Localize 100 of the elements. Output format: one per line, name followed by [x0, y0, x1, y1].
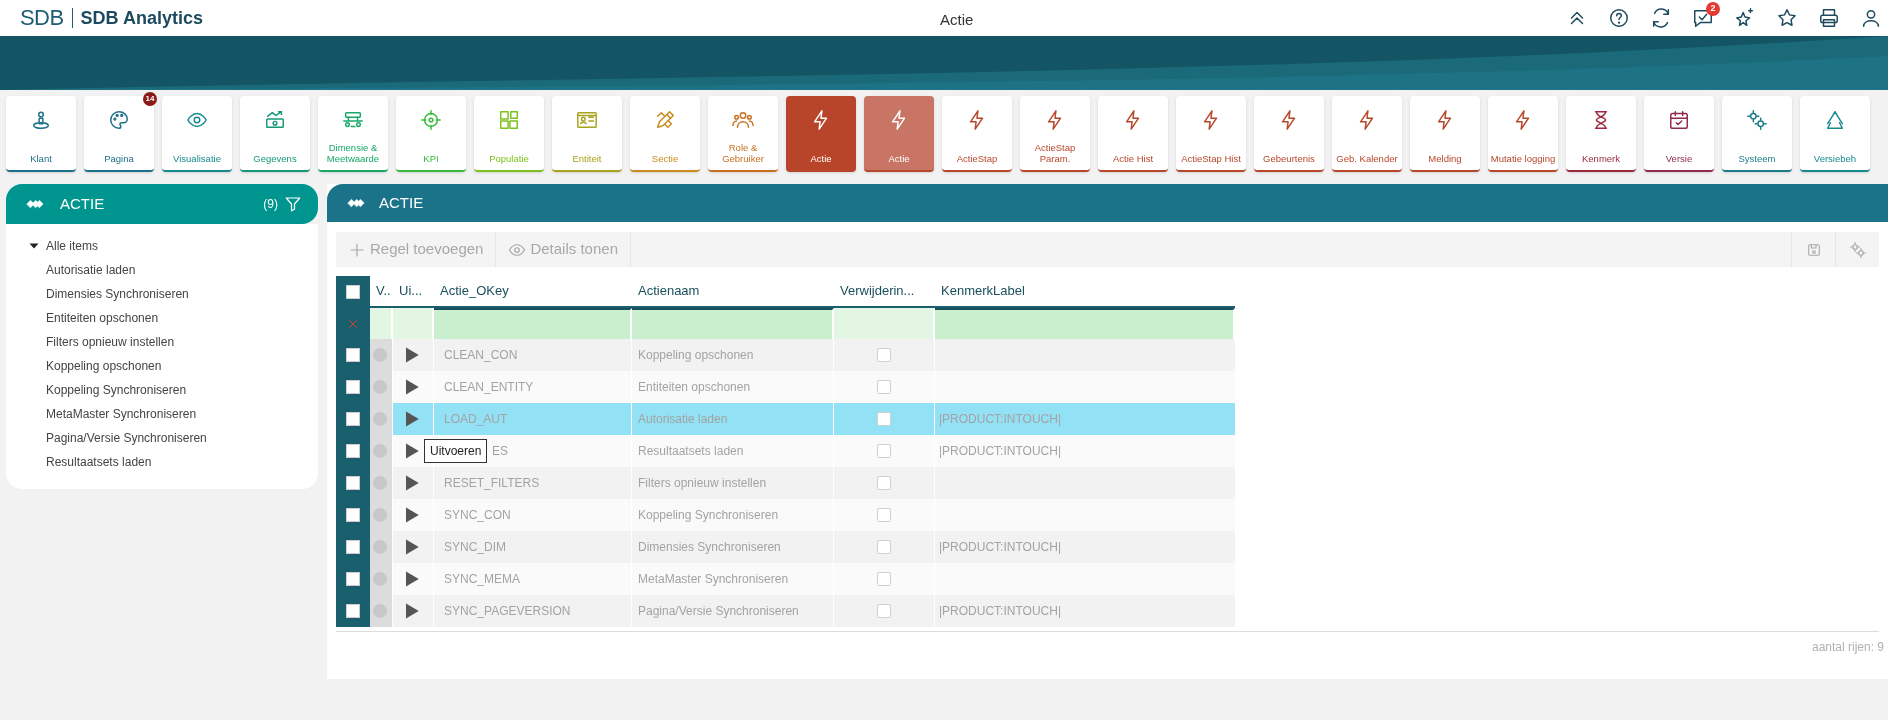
tree-item[interactable]: Koppeling Synchroniseren	[46, 381, 187, 399]
tree-item[interactable]: Koppeling opschonen	[46, 357, 162, 375]
module-tile[interactable]: Role & Gebruiker	[708, 96, 778, 172]
filter-field[interactable]	[935, 308, 1235, 339]
checkbox[interactable]	[346, 444, 360, 458]
table-cell-text: Autorisatie laden	[638, 411, 728, 428]
play-icon[interactable]	[403, 441, 421, 461]
tooltip: Uitvoeren	[424, 439, 488, 463]
filter-icon[interactable]	[284, 195, 302, 213]
tree-item[interactable]: Autorisatie laden	[46, 261, 136, 279]
checkbox[interactable]	[346, 380, 360, 394]
checkbox[interactable]	[346, 476, 360, 490]
column-header[interactable]: KenmerkLabel	[941, 281, 1025, 301]
play-icon[interactable]	[403, 505, 421, 525]
table-cell-text: ES	[492, 443, 508, 460]
play-icon[interactable]	[403, 409, 421, 429]
filter-field[interactable]	[434, 308, 632, 339]
module-tile[interactable]: Klant	[6, 96, 76, 172]
table-cell-text: |PRODUCT:INTOUCH|	[939, 411, 1061, 428]
play-icon[interactable]	[403, 601, 421, 621]
checkbox[interactable]	[877, 572, 891, 586]
module-tile[interactable]: ActieStap	[942, 96, 1012, 172]
module-tile[interactable]: Kenmerk	[1566, 96, 1636, 172]
checkbox[interactable]	[346, 412, 360, 426]
checkbox[interactable]	[346, 540, 360, 554]
tree-item[interactable]: Resultaatsets laden	[46, 453, 152, 471]
column-header[interactable]: Verwijderin...	[840, 281, 915, 301]
checkbox[interactable]	[346, 285, 360, 299]
column-header[interactable]: Ui...	[399, 281, 423, 301]
column-header[interactable]: V..	[376, 281, 391, 301]
checkbox[interactable]	[877, 476, 891, 490]
checkbox[interactable]	[877, 444, 891, 458]
play-icon[interactable]	[403, 377, 421, 397]
people-icon	[732, 109, 754, 131]
pencil-ruler-icon	[654, 109, 676, 131]
tree-item[interactable]: Alle items	[46, 237, 98, 255]
module-tile[interactable]: Versie	[1644, 96, 1714, 172]
table-cell-text: SYNC_MEMA	[444, 571, 520, 588]
module-tile[interactable]: Visualisatie	[162, 96, 232, 172]
help-icon[interactable]	[1608, 7, 1630, 29]
play-icon[interactable]	[403, 537, 421, 557]
checkbox[interactable]	[877, 412, 891, 426]
module-tile[interactable]: Actie	[864, 96, 934, 172]
filter-field[interactable]	[632, 308, 834, 339]
panel-title: ACTIE	[60, 193, 105, 214]
module-tile[interactable]: Actie Hist	[1098, 96, 1168, 172]
user-icon[interactable]	[1860, 7, 1882, 29]
tree-item[interactable]: Pagina/Versie Synchroniseren	[46, 429, 207, 447]
table-cell-text: Pagina/Versie Synchroniseren	[638, 603, 799, 620]
module-tile[interactable]: ActieStap Param.	[1020, 96, 1090, 172]
table-cell-text: SYNC_CON	[444, 507, 511, 524]
module-tile[interactable]: Mutatie logging	[1488, 96, 1558, 172]
tree-item[interactable]: Entiteiten opschonen	[46, 309, 159, 327]
checkbox[interactable]	[877, 604, 891, 618]
checkbox[interactable]	[346, 348, 360, 362]
module-tile[interactable]: Gegevens	[240, 96, 310, 172]
checkbox[interactable]	[346, 604, 360, 618]
module-tile[interactable]: Melding	[1410, 96, 1480, 172]
table-cell-text: CLEAN_CON	[444, 347, 518, 364]
table-cell-text: |PRODUCT:INTOUCH|	[939, 603, 1061, 620]
notification-badge: 2	[1706, 2, 1720, 16]
checkbox[interactable]	[877, 380, 891, 394]
module-tile[interactable]: Actie	[786, 96, 856, 172]
tree-item[interactable]: Filters opnieuw instellen	[46, 333, 175, 351]
table-cell-text: Entiteiten opschonen	[638, 379, 751, 396]
module-tile[interactable]: Sectie	[630, 96, 700, 172]
table-row[interactable]: Uitvoeren ES Resultaatsets laden |PRODUCT:INTOUCH|	[336, 435, 1235, 467]
tree-item[interactable]: MetaMaster Synchroniseren	[46, 405, 197, 423]
table-cell-text: MetaMaster Synchroniseren	[638, 571, 789, 588]
table-cell-text: CLEAN_ENTITY	[444, 379, 534, 396]
table-cell-text: SYNC_DIM	[444, 539, 506, 556]
play-icon[interactable]	[403, 473, 421, 493]
star-icon[interactable]	[1776, 7, 1798, 29]
printer-icon[interactable]	[1818, 7, 1840, 29]
module-tile[interactable]: Versiebeh	[1800, 96, 1870, 172]
sparkle-star-icon[interactable]	[1734, 7, 1756, 29]
id-card-icon	[576, 109, 598, 131]
page-title: Actie	[940, 10, 974, 30]
tree-item[interactable]: Dimensies Synchroniseren	[46, 285, 189, 303]
column-header[interactable]: Actienaam	[638, 281, 700, 301]
column-header[interactable]: Actie_OKey	[440, 281, 509, 301]
table-cell-text: LOAD_AUT	[444, 411, 508, 428]
checkbox[interactable]	[346, 572, 360, 586]
row-count: aantal rijen: 9	[1811, 639, 1884, 656]
play-icon[interactable]	[403, 345, 421, 365]
checkbox[interactable]	[346, 508, 360, 522]
module-tile[interactable]: ActieStap Hist	[1176, 96, 1246, 172]
module-tile[interactable]: Dimensie & Meetwaarde	[318, 96, 388, 172]
chat-icon[interactable]	[1692, 7, 1714, 29]
module-tile[interactable]: Geb. Kalender	[1332, 96, 1402, 172]
checkbox[interactable]	[877, 348, 891, 362]
module-tile[interactable]: Gebeurtenis	[1254, 96, 1324, 172]
refresh-icon[interactable]	[1650, 7, 1672, 29]
module-tile[interactable]: Systeem	[1722, 96, 1792, 172]
checkbox[interactable]	[877, 540, 891, 554]
table-cell-text: Dimensies Synchroniseren	[638, 539, 781, 556]
play-icon[interactable]	[403, 569, 421, 589]
checkbox[interactable]	[877, 508, 891, 522]
table-cell-text: |PRODUCT:INTOUCH|	[939, 539, 1061, 556]
item-count: (9)	[263, 196, 278, 213]
